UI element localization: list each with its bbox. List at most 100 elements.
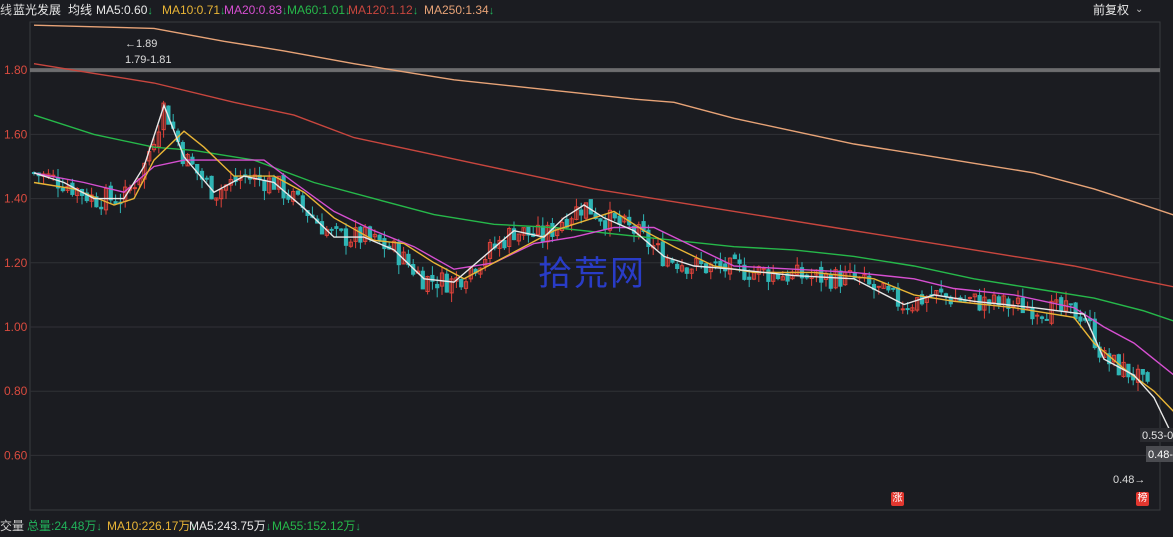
candle-body	[876, 285, 881, 288]
ma-legend-item: MA20:0.83	[224, 3, 283, 17]
volume-legend-entry: MA10:226.17万↓	[107, 517, 196, 537]
candle-body	[967, 296, 973, 299]
ma-legend-entry: MA120:1.12↓	[348, 0, 418, 21]
y-tick-label: 0.80	[4, 384, 28, 398]
ma-legend-entry: MA5:0.60↓	[96, 0, 153, 21]
volume-legend-item: MA55:152.12万	[272, 519, 356, 533]
candle-body	[295, 190, 301, 195]
stock-name: 蓝光发展	[13, 3, 62, 17]
candle-body	[1140, 369, 1145, 375]
candle-body	[737, 259, 742, 264]
candle-body	[819, 266, 824, 283]
watermark: 拾荒网	[538, 254, 646, 294]
y-tick-label: 1.80	[4, 63, 28, 77]
last-price-tag: 0.48-	[1148, 449, 1173, 461]
ma-legend-entry: MA10:0.71↓	[162, 0, 226, 21]
candle-body	[732, 254, 737, 260]
indicator-mode[interactable]: 均线	[68, 0, 92, 20]
candle-body	[718, 260, 723, 267]
down-arrow-icon: ↓	[96, 521, 102, 533]
candle-body	[775, 274, 781, 280]
high-price-mark: ←1.89	[125, 38, 157, 50]
candle-body	[60, 187, 65, 192]
y-tick-label: 1.60	[4, 127, 28, 141]
candle-body	[891, 287, 896, 290]
candle-body	[204, 177, 209, 180]
candle-body	[358, 226, 363, 243]
candle-body	[939, 288, 944, 293]
candle-body	[1078, 316, 1083, 322]
volume-legend-item: 总量:24.48万	[27, 519, 97, 533]
volume-legend-entry: MA55:152.12万↓	[272, 517, 361, 537]
candle-body	[435, 283, 440, 289]
candle-body	[828, 273, 833, 289]
high-range-label: 1.79-1.81	[125, 54, 171, 66]
candle-body	[459, 278, 464, 288]
price-annotations: ←1.89 1.79-1.81 0.53-0 0.48- 0.48→	[125, 38, 1173, 486]
volume-legend-item: MA5:243.75万	[189, 519, 266, 533]
candle-body	[742, 264, 747, 280]
candle-body	[684, 267, 689, 274]
ma-line-ma250	[33, 24, 1173, 216]
candle-body	[1030, 306, 1035, 320]
candle-body	[262, 179, 267, 192]
candle-body	[132, 187, 137, 190]
candle-body	[900, 308, 905, 311]
candle-body	[334, 226, 339, 229]
candle-body	[1145, 372, 1150, 382]
candle-body	[977, 295, 982, 311]
candle-body	[319, 221, 325, 235]
candle-body	[382, 238, 387, 250]
volume-legend-entry: MA5:243.75万↓	[189, 517, 271, 537]
candle-body	[420, 270, 425, 290]
candle-body	[502, 239, 507, 249]
y-tick-label: 1.40	[4, 192, 28, 206]
limit-up-badge: 涨	[891, 492, 904, 506]
candle-body	[540, 225, 545, 242]
candle-body	[617, 215, 622, 225]
rank-badge: 榜	[1136, 492, 1149, 506]
candle-body	[612, 212, 617, 219]
candle-body	[281, 174, 286, 199]
ma-legend-item: MA60:1.01	[287, 3, 346, 17]
indicator-label-cut: 线	[0, 3, 13, 17]
candle-body	[444, 273, 449, 293]
volume-legend-item: MA10:226.17万	[107, 519, 191, 533]
candle-body	[1035, 314, 1040, 317]
indicator-bar: 线 蓝光发展 均线 MA5:0.60↓ MA10:0.71↓ MA20:0.83↓ M…	[0, 0, 1173, 20]
candle-body	[99, 206, 104, 210]
low-price-mark: 0.48→	[1113, 474, 1145, 486]
down-arrow-icon: ↓	[355, 521, 361, 533]
candle-body	[905, 308, 910, 311]
candle-body	[579, 209, 584, 216]
candle-body	[766, 269, 771, 282]
down-arrow-icon: ↓	[488, 5, 495, 17]
last-range-label: 0.53-0	[1142, 430, 1173, 442]
chevron-down-icon[interactable]: ⌄	[1135, 0, 1143, 20]
ma-legend-item: MA120:1.12	[348, 3, 413, 17]
candle-body	[1020, 297, 1025, 314]
price-adjust-button[interactable]: 前复权	[1093, 0, 1129, 20]
candle-body	[603, 220, 608, 230]
candle-body	[747, 276, 752, 280]
ma-legend-item: MA250:1.34	[424, 3, 489, 17]
ma-legend-entry: MA250:1.34↓	[424, 0, 494, 21]
candle-body	[703, 263, 709, 274]
candle-body	[1068, 303, 1073, 306]
y-tick-label: 1.00	[4, 320, 28, 334]
candle-body	[588, 199, 593, 215]
down-arrow-icon: ↓	[265, 521, 272, 533]
ma-legend-item: MA10:0.71	[162, 3, 221, 17]
down-arrow-icon: ↓	[412, 5, 419, 17]
ma-legend-item: MA5:0.60	[96, 3, 148, 17]
candle-body	[1073, 302, 1078, 320]
candle-body	[886, 285, 891, 291]
y-tick-label: 0.60	[4, 448, 28, 462]
y-tick-label: 1.20	[4, 256, 28, 270]
volume-indicator-bar: 交量 总量:24.48万↓ MA10:226.17万↓ MA5:243.75万↓ MA…	[0, 517, 1173, 536]
candle-body	[867, 275, 872, 285]
candle-body	[598, 218, 603, 222]
ma-legend-entry: MA60:1.01↓	[287, 0, 351, 21]
price-axis: 0.60 0.80 1.00 1.20 1.40 1.60 1.80	[4, 63, 28, 462]
candle-body	[1044, 318, 1049, 321]
